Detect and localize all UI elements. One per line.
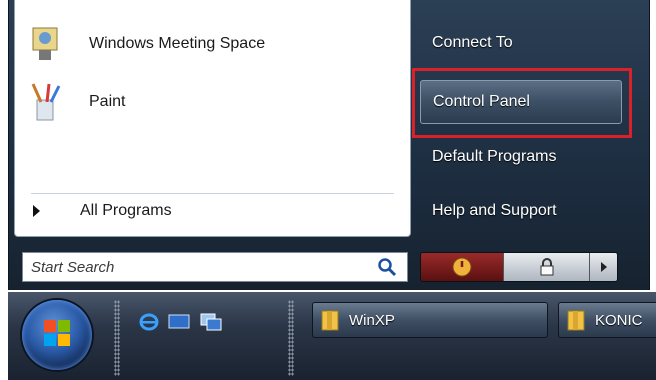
show-desktop-icon[interactable]	[168, 312, 190, 332]
taskbar-grip[interactable]	[114, 300, 120, 376]
taskbar-button-label: KONIC	[595, 311, 643, 329]
meeting-space-icon	[32, 27, 58, 60]
highlight-box	[412, 68, 632, 138]
all-programs-button[interactable]: All Programs	[33, 202, 172, 220]
start-menu-programs-pane: Windows Meeting Space Paint All Programs	[14, 0, 411, 237]
internet-explorer-icon[interactable]	[138, 312, 160, 332]
arrow-right-icon	[600, 262, 607, 272]
folder-icon	[321, 310, 339, 331]
all-programs-label: All Programs	[80, 202, 172, 219]
power-button[interactable]	[421, 253, 503, 281]
paint-icon	[31, 83, 61, 121]
taskbar-grip[interactable]	[288, 300, 294, 376]
power-icon	[452, 257, 472, 277]
switch-windows-icon[interactable]	[200, 312, 222, 332]
search-placeholder: Start Search	[31, 258, 115, 276]
taskbar-button-konic[interactable]: KONIC	[558, 302, 656, 338]
program-windows-meeting-space[interactable]: Windows Meeting Space	[25, 20, 405, 68]
taskbar-button-winxp[interactable]: WinXP	[312, 302, 548, 338]
folder-icon	[567, 310, 585, 331]
program-label: Paint	[89, 93, 126, 110]
program-paint[interactable]: Paint	[25, 78, 405, 126]
lock-button[interactable]	[503, 253, 589, 281]
start-button[interactable]	[22, 300, 92, 370]
menu-item-default-programs[interactable]: Default Programs	[432, 148, 557, 166]
start-search-box[interactable]: Start Search	[22, 252, 408, 282]
menu-item-connect-to[interactable]: Connect To	[432, 34, 513, 52]
power-controls	[420, 252, 618, 282]
program-label: Windows Meeting Space	[89, 35, 266, 52]
power-options-button[interactable]	[589, 253, 617, 281]
search-icon[interactable]	[377, 257, 397, 277]
windows-logo-icon	[44, 320, 70, 346]
menu-item-help-and-support[interactable]: Help and Support	[432, 202, 557, 220]
separator	[31, 193, 394, 194]
lock-icon	[540, 258, 553, 276]
taskbar-button-label: WinXP	[349, 311, 395, 329]
triangle-right-icon	[33, 205, 40, 217]
